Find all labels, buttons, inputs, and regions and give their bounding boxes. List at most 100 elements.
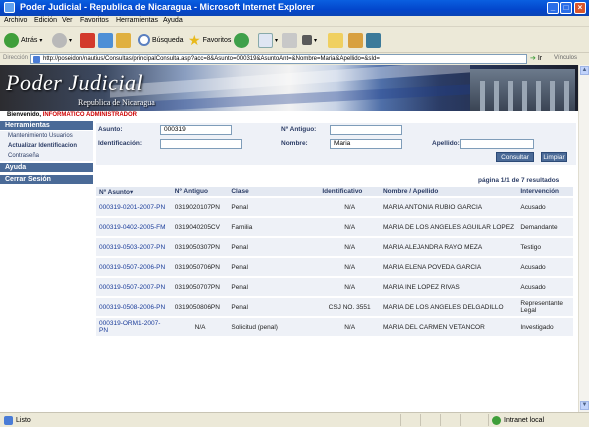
identificacion-input[interactable] bbox=[160, 139, 242, 149]
table-row[interactable]: 000319-ORM1-2007-PN N/A Solicitud (penal) N… bbox=[96, 318, 573, 336]
cell-asunto[interactable]: 000319-0201-2007-PN bbox=[96, 198, 172, 216]
asunto-input[interactable]: 000319 bbox=[160, 125, 232, 135]
refresh-button[interactable] bbox=[98, 31, 113, 49]
vertical-scrollbar[interactable]: ▲ ▼ bbox=[578, 65, 589, 412]
table-row[interactable]: 000319-0402-2005-FM 0319040205CV Familia N/… bbox=[96, 218, 573, 236]
print-icon bbox=[282, 32, 297, 48]
sidebar: Herramientas Mantenimiento Usuarios Actu… bbox=[0, 121, 93, 185]
menu-archivo[interactable]: Archivo bbox=[4, 17, 27, 24]
discuss-button[interactable] bbox=[366, 31, 381, 49]
zone-text: Intranet local bbox=[504, 417, 545, 424]
chevron-down-icon: ▾ bbox=[69, 37, 73, 44]
cell-antiguo: 0319050307PN bbox=[171, 238, 229, 256]
back-arrow-icon bbox=[4, 32, 19, 48]
menu-ayuda[interactable]: Ayuda bbox=[163, 17, 183, 24]
column-header-identificativo[interactable]: Identificativo bbox=[319, 187, 380, 196]
favorites-button[interactable]: ★ Favoritos bbox=[188, 31, 231, 49]
scroll-down-arrow-icon[interactable]: ▼ bbox=[580, 401, 589, 410]
cell-clase: Penal bbox=[228, 278, 320, 296]
apellido-input[interactable] bbox=[460, 139, 534, 149]
cell-clase: Solicitud (penal) bbox=[228, 318, 320, 336]
go-button[interactable]: ➔ Ir bbox=[530, 54, 542, 62]
cell-clase: Familia bbox=[228, 218, 320, 236]
menu-favoritos[interactable]: Favoritos bbox=[80, 17, 109, 24]
sidebar-item-actualizar-identificacion[interactable]: Actualizar Identificacion bbox=[0, 141, 93, 151]
status-text: Listo bbox=[16, 417, 31, 424]
search-button[interactable]: Búsqueda bbox=[138, 31, 184, 49]
cell-identificativo: CSJ NO. 3551 bbox=[319, 298, 380, 316]
cell-asunto[interactable]: 000319-0402-2005-FM bbox=[96, 218, 172, 236]
cell-identificativo: N/A bbox=[319, 318, 380, 336]
mail-button[interactable]: ▾ bbox=[258, 31, 278, 49]
go-arrow-icon: ➔ bbox=[530, 55, 536, 62]
sidebar-item-mantenimiento-usuarios[interactable]: Mantenimiento Usuarios bbox=[0, 131, 93, 141]
table-row[interactable]: 000319-0508-2006-PN 0319050806PN Penal CSJ … bbox=[96, 298, 573, 316]
cell-antiguo: N/A bbox=[171, 318, 229, 336]
menu-ver[interactable]: Ver bbox=[62, 17, 73, 24]
menu-edicion[interactable]: Edición bbox=[34, 17, 57, 24]
consultar-button[interactable]: Consultar bbox=[496, 152, 534, 162]
sidebar-item-contrasena[interactable]: Contraseña bbox=[0, 151, 93, 161]
table-row[interactable]: 000319-0503-2007-PN 0319050307PN Penal N/A M… bbox=[96, 238, 573, 256]
address-label: Dirección bbox=[3, 55, 29, 61]
cell-nombre: MARIA INE LOPEZ RIVAS bbox=[379, 278, 518, 296]
cell-identificativo: N/A bbox=[319, 198, 380, 216]
nombre-input[interactable]: Maria bbox=[330, 139, 402, 149]
folder-icon bbox=[328, 32, 343, 48]
limpiar-button[interactable]: Limpiar bbox=[541, 152, 567, 162]
folder-button[interactable] bbox=[328, 31, 343, 49]
address-bar: Dirección http://poseidon/nautius/Consul… bbox=[0, 53, 589, 65]
sidebar-section-cerrar-sesion[interactable]: Cerrar Sesión bbox=[0, 175, 93, 185]
cell-identificativo: N/A bbox=[319, 238, 380, 256]
history-button[interactable] bbox=[234, 31, 249, 49]
cell-intervencion: Demandante bbox=[517, 218, 573, 236]
forward-button[interactable]: ▾ bbox=[52, 31, 72, 49]
cell-asunto[interactable]: 000319-0508-2006-PN bbox=[96, 298, 172, 316]
pagination-info: página 1/1 de 7 resultados bbox=[478, 177, 560, 184]
home-button[interactable] bbox=[116, 31, 131, 49]
edit-button[interactable]: ▾ bbox=[302, 31, 317, 49]
table-row[interactable]: 000319-0201-2007-PN 0319020107PN Penal N/A M… bbox=[96, 198, 573, 216]
cell-intervencion: Testigo bbox=[517, 238, 573, 256]
nombre-label: Nombre: bbox=[281, 140, 308, 147]
column-header-asunto[interactable]: Nº Asunto▾ bbox=[96, 187, 172, 196]
address-input[interactable]: http://poseidon/nautius/Consultas/princi… bbox=[30, 54, 527, 64]
menu-herramientas[interactable]: Herramientas bbox=[116, 17, 158, 24]
sidebar-section-herramientas[interactable]: Herramientas bbox=[0, 121, 93, 131]
column-header-clase[interactable]: Clase bbox=[228, 187, 320, 196]
table-row[interactable]: 000319-0507-2007-PN 0319050707PN Penal N/A M… bbox=[96, 278, 573, 296]
window-title: Poder Judicial - Republica de Nicaragua … bbox=[20, 2, 315, 12]
close-button[interactable]: × bbox=[574, 2, 586, 14]
asunto-label: Asunto: bbox=[98, 126, 123, 133]
results-table: Nº Asunto▾ Nº Antiguo Clase Identificati… bbox=[96, 185, 573, 338]
chevron-down-icon: ▾ bbox=[314, 37, 318, 44]
sidebar-section-ayuda[interactable]: Ayuda bbox=[0, 163, 93, 173]
cell-asunto[interactable]: 000319-0507-2006-PN bbox=[96, 258, 172, 276]
messenger-button[interactable] bbox=[348, 31, 363, 49]
cell-nombre: MARIA ELENA POVEDA GARCIA bbox=[379, 258, 518, 276]
minimize-button[interactable]: _ bbox=[547, 2, 559, 14]
page-icon bbox=[33, 56, 40, 63]
security-zone: Intranet local bbox=[492, 416, 544, 425]
column-header-intervencion[interactable]: Intervención bbox=[517, 187, 573, 196]
stop-button[interactable] bbox=[80, 31, 95, 49]
column-header-antiguo[interactable]: Nº Antiguo bbox=[171, 187, 229, 196]
scroll-up-arrow-icon[interactable]: ▲ bbox=[580, 66, 589, 75]
edit-icon bbox=[302, 35, 312, 45]
cell-asunto[interactable]: 000319-0507-2007-PN bbox=[96, 278, 172, 296]
cell-asunto[interactable]: 000319-ORM1-2007-PN bbox=[96, 318, 172, 336]
cell-clase: Penal bbox=[228, 238, 320, 256]
search-form: Asunto: 000319 Nº Antiguo: Identificació… bbox=[96, 123, 576, 165]
menu-bar: Archivo Edición Ver Favoritos Herramient… bbox=[0, 16, 589, 39]
links-button[interactable]: Vínculos bbox=[554, 55, 577, 61]
antiguo-input[interactable] bbox=[330, 125, 402, 135]
maximize-button[interactable]: □ bbox=[560, 2, 572, 14]
cell-asunto[interactable]: 000319-0503-2007-PN bbox=[96, 238, 172, 256]
table-row[interactable]: 000319-0507-2006-PN 0319050706PN Penal N/A M… bbox=[96, 258, 573, 276]
cell-intervencion: Acusado bbox=[517, 198, 573, 216]
cell-nombre: MARIA DE LOS ANGELES AGUILAR LOPEZ bbox=[379, 218, 518, 236]
print-button[interactable] bbox=[282, 31, 297, 49]
back-button[interactable]: Atrás ▾ bbox=[4, 31, 42, 49]
column-header-nombre[interactable]: Nombre / Apellido bbox=[379, 187, 518, 196]
cell-antiguo: 0319040205CV bbox=[171, 218, 229, 236]
